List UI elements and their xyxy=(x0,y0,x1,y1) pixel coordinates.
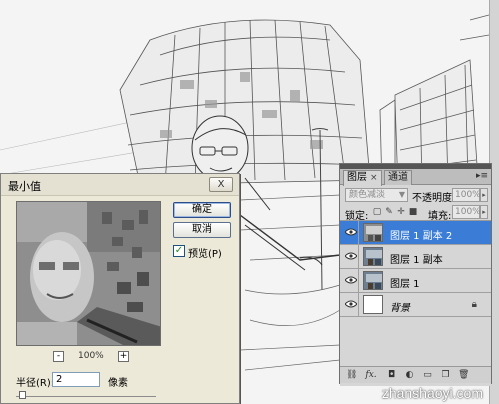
layers-panel: 图层 × 通道 ▸≡ 颜色减淡 ▼ 不透明度: 100% ▸ 锁定: ▢ ✎ ✛ … xyxy=(339,163,492,386)
opacity-arrow-icon[interactable]: ▸ xyxy=(480,188,488,202)
close-button[interactable]: X xyxy=(209,177,233,192)
lock-transparency-icon[interactable]: ▢ xyxy=(372,207,382,217)
new-layer-icon[interactable]: ❐ xyxy=(440,370,451,381)
preview-checkbox-label: 预览(P) xyxy=(188,249,222,260)
watermark-text: zhanshaoyi.com xyxy=(381,385,483,401)
radius-row: 半径(R): 2 像素 xyxy=(16,372,216,389)
panel-menu-icon[interactable]: ▸≡ xyxy=(476,171,488,181)
visibility-toggle[interactable] xyxy=(342,269,359,292)
layer-thumbnail xyxy=(363,271,383,290)
lock-all-icon[interactable]: ■ xyxy=(408,207,418,217)
link-icon[interactable]: ⛓ xyxy=(346,370,357,381)
eye-icon xyxy=(345,300,357,308)
zoom-in-button[interactable]: + xyxy=(118,351,129,362)
radius-slider-thumb[interactable] xyxy=(19,391,26,399)
tab-layers[interactable]: 图层 × xyxy=(343,170,382,186)
layer-thumbnail xyxy=(363,223,383,242)
mask-icon[interactable]: ◘ xyxy=(386,370,397,381)
minus-icon: - xyxy=(56,351,61,361)
ok-button[interactable]: 确定 xyxy=(173,202,231,218)
fill-label: 填充: xyxy=(428,211,452,222)
layer-row[interactable]: 背景 🔒︎ xyxy=(340,293,491,317)
layer-name: 图层 1 副本 xyxy=(390,255,443,266)
fill-input[interactable]: 100% xyxy=(452,205,481,219)
radius-unit: 像素 xyxy=(108,378,128,389)
visibility-toggle[interactable] xyxy=(342,221,359,244)
radius-label: 半径(R): xyxy=(16,378,55,389)
opacity-label: 不透明度: xyxy=(412,193,456,204)
zoom-out-button[interactable]: - xyxy=(53,351,64,362)
layer-thumbnail xyxy=(363,247,383,266)
fill-arrow-icon[interactable]: ▸ xyxy=(480,205,488,219)
preview-checkbox[interactable]: ✓ xyxy=(173,245,185,257)
eye-icon xyxy=(345,276,357,284)
trash-icon[interactable]: 🗑︎ xyxy=(458,370,469,381)
lock-icon: 🔒︎ xyxy=(471,299,477,310)
radius-slider[interactable] xyxy=(16,391,156,400)
layers-bottom-toolbar: ⛓ fx. ◘ ◐ ▭ ❐ 🗑︎ xyxy=(340,366,491,383)
adjustment-icon[interactable]: ◐ xyxy=(404,370,415,381)
layer-row[interactable]: 图层 1 副本 2 xyxy=(340,221,491,245)
eye-icon xyxy=(345,228,357,236)
layer-name: 背景 xyxy=(390,303,410,314)
lock-fill-row: 锁定: ▢ ✎ ✛ ■ 填充: 100% ▸ xyxy=(340,204,491,222)
fx-icon[interactable]: fx. xyxy=(364,370,378,381)
layer-name: 图层 1 xyxy=(390,279,420,290)
tab-layers-label: 图层 xyxy=(347,172,367,183)
visibility-toggle[interactable] xyxy=(342,293,359,316)
zoom-controls: - 100% + xyxy=(53,351,129,363)
layer-row[interactable]: 图层 1 xyxy=(340,269,491,293)
radius-input[interactable]: 2 xyxy=(52,372,100,387)
visibility-toggle[interactable] xyxy=(342,245,359,268)
lock-position-icon[interactable]: ✛ xyxy=(396,207,406,217)
plus-icon: + xyxy=(119,351,128,361)
filter-preview-image[interactable] xyxy=(16,201,161,346)
minimum-filter-dialog: 最小值 X - 100% + 确定 取消 ✓ 预览(P) 半径(R): 2 像素 xyxy=(0,173,240,404)
preview-photo xyxy=(17,202,160,345)
blend-mode-value: 颜色减淡 xyxy=(349,190,386,200)
blend-mode-select[interactable]: 颜色减淡 ▼ xyxy=(345,188,408,202)
cancel-button[interactable]: 取消 xyxy=(173,222,231,238)
layer-name: 图层 1 副本 2 xyxy=(390,231,453,242)
close-icon: X xyxy=(217,179,225,190)
blend-opacity-row: 颜色减淡 ▼ 不透明度: 100% ▸ xyxy=(340,185,491,204)
panel-tabs: 图层 × 通道 ▸≡ xyxy=(340,169,491,186)
opacity-input[interactable]: 100% xyxy=(452,188,481,202)
tab-channels[interactable]: 通道 xyxy=(384,170,412,185)
lock-label: 锁定: xyxy=(345,211,369,222)
tab-channels-label: 通道 xyxy=(388,172,408,183)
dialog-title: 最小值 xyxy=(8,180,41,193)
zoom-level: 100% xyxy=(78,351,104,361)
dialog-title-bar[interactable]: 最小值 X xyxy=(1,174,239,196)
eye-icon xyxy=(345,252,357,260)
chevron-down-icon: ▼ xyxy=(398,190,405,199)
group-icon[interactable]: ▭ xyxy=(422,370,433,381)
tab-close-icon[interactable]: × xyxy=(370,173,378,183)
layer-thumbnail xyxy=(363,295,383,314)
layer-row[interactable]: 图层 1 副本 xyxy=(340,245,491,269)
lock-pixels-icon[interactable]: ✎ xyxy=(384,207,394,217)
